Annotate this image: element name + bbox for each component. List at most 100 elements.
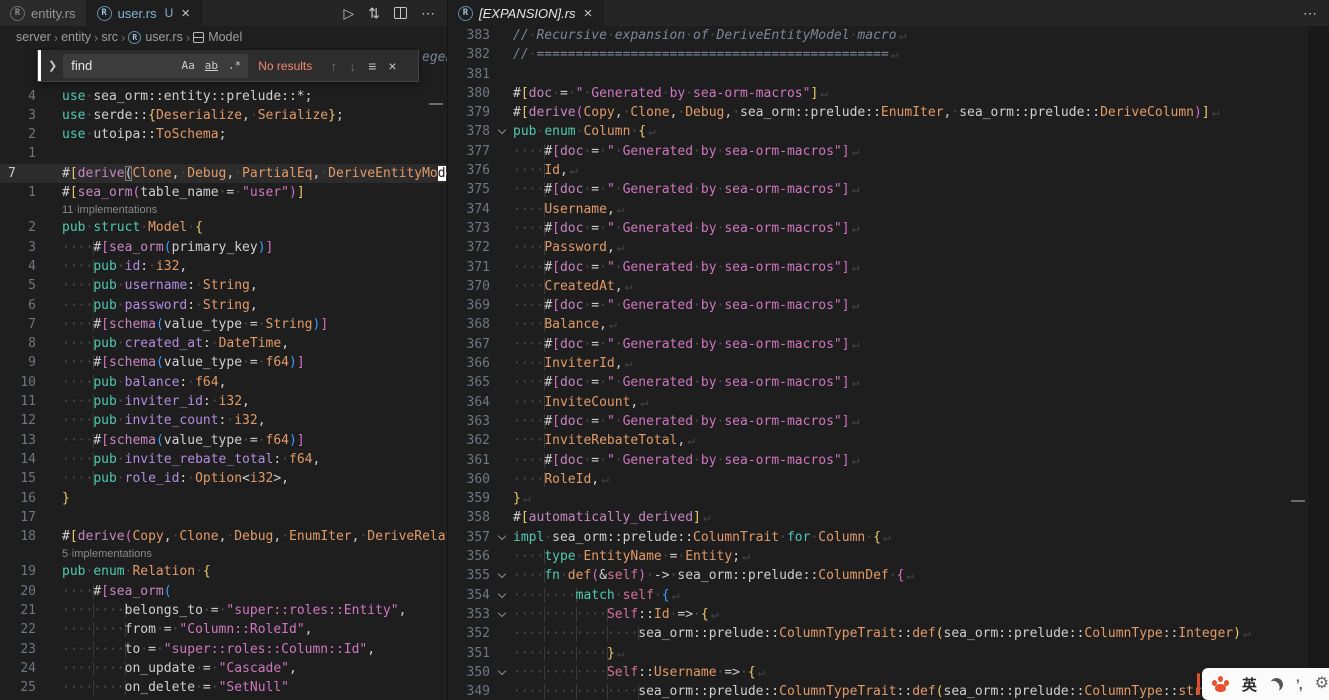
code-line: 360····RoleId,↵ bbox=[448, 470, 1329, 489]
editor-group-left: R entity.rs R user.rs U × ▷ ⇅ ⋯ server ›… bbox=[0, 0, 447, 700]
rust-file-icon: R bbox=[97, 6, 112, 21]
more-actions-icon[interactable]: ⋯ bbox=[421, 6, 435, 20]
code-line: 5·implementations bbox=[0, 546, 447, 562]
tab-expansion-rs[interactable]: R [EXPANSION].rs × bbox=[448, 0, 604, 26]
code-line: 1 bbox=[0, 144, 447, 163]
open-changes-icon[interactable]: ⇅ bbox=[368, 6, 380, 20]
code-line: 2use·utoipa::ToSchema; bbox=[0, 125, 447, 144]
code-line: 1#[sea_orm(table_name·=·"user")] bbox=[0, 183, 447, 202]
close-icon[interactable]: × bbox=[179, 6, 192, 21]
code-line: 376····Id,↵ bbox=[448, 161, 1329, 180]
breadcrumb-item-user-rs[interactable]: R user.rs bbox=[128, 30, 183, 44]
find-query-text: find bbox=[71, 58, 178, 73]
breadcrumb-item-src[interactable]: src bbox=[101, 30, 118, 44]
find-widget-sash[interactable] bbox=[38, 50, 41, 81]
code-line: 374····Username,↵ bbox=[448, 200, 1329, 219]
match-case-icon[interactable]: Aa bbox=[178, 58, 197, 73]
run-icon[interactable]: ▷ bbox=[343, 6, 354, 20]
code-line: 12····pub·invite_count:·i32, bbox=[0, 411, 447, 430]
code-line: 17 bbox=[0, 508, 447, 527]
fold-chevron-icon[interactable] bbox=[490, 663, 513, 682]
ime-language-toggle[interactable]: 英 bbox=[1242, 674, 1257, 695]
code-line: 14····pub·invite_rebate_total:·f64, bbox=[0, 450, 447, 469]
breadcrumb-separator: › bbox=[94, 30, 98, 45]
whole-word-icon[interactable]: ab bbox=[202, 58, 221, 73]
code-line: 354········match·self·{↵ bbox=[448, 586, 1329, 605]
code-line: 19pub·enum·Relation·{ bbox=[0, 562, 447, 581]
code-line: 18#[derive(Copy,·Clone,·Debug,·EnumIter,… bbox=[0, 527, 447, 546]
code-line: 378pub·enum·Column·{↵ bbox=[448, 122, 1329, 141]
tab-user-rs[interactable]: R user.rs U × bbox=[87, 0, 202, 26]
code-line: 372····Password,↵ bbox=[448, 238, 1329, 257]
find-widget: ❯ find Aa ab .* No results ↑ ↓ ≡ × bbox=[37, 50, 419, 82]
toggle-replace-chevron-icon[interactable]: ❯ bbox=[38, 59, 63, 72]
code-line: 368····Balance,↵ bbox=[448, 315, 1329, 334]
code-line: 361····#[doc·=·"·Generated·by·sea-orm-ma… bbox=[448, 451, 1329, 470]
split-editor-icon[interactable] bbox=[394, 7, 407, 19]
fold-chevron-icon[interactable] bbox=[490, 566, 513, 585]
code-line: 16} bbox=[0, 489, 447, 508]
code-line: 358#[automatically_derived]↵ bbox=[448, 508, 1329, 527]
code-line: 363····#[doc·=·"·Generated·by·sea-orm-ma… bbox=[448, 412, 1329, 431]
code-line: 7····#[schema(value_type·=·String)] bbox=[0, 315, 447, 334]
code-line: 371····#[doc·=·"·Generated·by·sea-orm-ma… bbox=[448, 258, 1329, 277]
code-line: 351············}↵ bbox=[448, 644, 1329, 663]
fold-chevron-icon[interactable] bbox=[490, 605, 513, 624]
code-line: 375····#[doc·=·"·Generated·by·sea-orm-ma… bbox=[448, 180, 1329, 199]
code-line: 367····#[doc·=·"·Generated·by·sea-orm-ma… bbox=[448, 335, 1329, 354]
fold-chevron-icon[interactable] bbox=[490, 586, 513, 605]
symbol-structure-icon bbox=[193, 32, 204, 43]
code-line: 25········on_delete·=·"SetNull" bbox=[0, 678, 447, 697]
code-line: 4····pub·id:·i32, bbox=[0, 257, 447, 276]
breadcrumb-item-model[interactable]: Model bbox=[193, 30, 242, 44]
tabbar-right: R [EXPANSION].rs × ⋯ bbox=[448, 0, 1329, 26]
moon-icon[interactable] bbox=[1268, 676, 1284, 692]
code-line: 8····pub·created_at:·DateTime, bbox=[0, 334, 447, 353]
close-icon[interactable]: × bbox=[582, 6, 595, 21]
editor-group-right: R [EXPANSION].rs × ⋯ 383//·Recursive·exp… bbox=[447, 0, 1329, 700]
ime-paw-icon[interactable] bbox=[1212, 676, 1229, 692]
tab-label: [EXPANSION].rs bbox=[479, 6, 576, 21]
find-in-selection-icon[interactable]: ≡ bbox=[368, 58, 376, 74]
close-find-icon[interactable]: × bbox=[388, 58, 396, 74]
breadcrumb-separator: › bbox=[186, 30, 190, 45]
fold-chevron-icon[interactable] bbox=[490, 122, 513, 141]
code-line: 3····#[sea_orm(primary_key)] bbox=[0, 238, 447, 257]
code-line: 382//·==================================… bbox=[448, 45, 1329, 64]
code-line: 352················sea_orm::prelude::Col… bbox=[448, 624, 1329, 643]
code-line: 379#[derive(Copy,·Clone,·Debug,·sea_orm:… bbox=[448, 103, 1329, 122]
breadcrumb-separator: › bbox=[54, 30, 58, 45]
code-line: 13····#[schema(value_type·=·f64)] bbox=[0, 431, 447, 450]
tab-entity-rs[interactable]: R entity.rs bbox=[0, 0, 87, 26]
code-line: 353············Self::Id·=>·{↵ bbox=[448, 605, 1329, 624]
ime-punctuation-icon[interactable]: ’, bbox=[1296, 676, 1302, 692]
code-line: 7#[derive(Clone,·Debug,·PartialEq,·Deriv… bbox=[0, 164, 447, 183]
next-match-icon[interactable]: ↓ bbox=[349, 58, 356, 74]
breadcrumb: server › entity › src › R user.rs › Mode… bbox=[0, 26, 447, 48]
rust-file-icon: R bbox=[128, 31, 141, 44]
regex-icon[interactable]: .* bbox=[225, 58, 244, 73]
more-actions-icon[interactable]: ⋯ bbox=[1303, 6, 1317, 20]
rust-file-icon: R bbox=[458, 6, 473, 21]
breadcrumb-item-server[interactable]: server bbox=[16, 30, 51, 44]
code-line: 366····InviterId,↵ bbox=[448, 354, 1329, 373]
code-editor-right[interactable]: 383//·Recursive·expansion·of·DeriveEntit… bbox=[448, 26, 1329, 700]
code-line: 4use·sea_orm::entity::prelude::*; bbox=[0, 87, 447, 106]
find-input[interactable]: find Aa ab .* bbox=[63, 54, 248, 78]
find-toggles: Aa ab .* bbox=[178, 58, 248, 73]
code-line: 22········from·=·"Column::RoleId", bbox=[0, 620, 447, 639]
code-line: 356····type·EntityName·=·Entity;↵ bbox=[448, 547, 1329, 566]
tab-label: user.rs bbox=[118, 6, 157, 21]
git-untracked-badge: U bbox=[165, 6, 174, 20]
scrollbar-track[interactable] bbox=[1308, 26, 1329, 700]
code-line: 369····#[doc·=·"·Generated·by·sea-orm-ma… bbox=[448, 296, 1329, 315]
fold-chevron-icon[interactable] bbox=[490, 528, 513, 547]
code-line: 362····InviteRebateTotal,↵ bbox=[448, 431, 1329, 450]
previous-match-icon[interactable]: ↑ bbox=[330, 58, 337, 74]
code-line: 24········on_update·=·"Cascade", bbox=[0, 659, 447, 678]
code-line: 11·implementations bbox=[0, 202, 447, 218]
code-editor-left[interactable]: egen4use·sea_orm::entity::prelude::*;3us… bbox=[0, 48, 447, 700]
code-line: 21········belongs_to·=·"super::roles::En… bbox=[0, 601, 447, 620]
breadcrumb-item-entity[interactable]: entity bbox=[61, 30, 91, 44]
gear-icon[interactable]: ⚙ bbox=[1315, 676, 1329, 692]
